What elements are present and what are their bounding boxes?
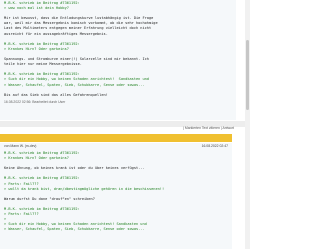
post-author[interactable]: von Mann W. (m-dev) bbox=[4, 144, 36, 148]
text-line: Bis auf das Sieb sind das alles Gefahren… bbox=[4, 92, 108, 97]
forum-page: M.B.K. schrieb im Beitrag #7361192: > wow… bbox=[0, 0, 250, 249]
edit-note: 16.08.2022 02:56: Bearbeitet durch User bbox=[4, 99, 66, 104]
scrollbar[interactable] bbox=[245, 0, 250, 249]
post-body-2: M.B.K. schrieb im Beitrag #7361192: > Kra… bbox=[0, 150, 232, 249]
post-date: 16.08.2022 02:47 bbox=[201, 144, 228, 148]
post-title-bar: Re: Solar-LED-Leuchten defekt, Li-Ion Sp… bbox=[0, 134, 232, 151]
post-actions[interactable]: | Markierten Text zitieren | Antwort bbox=[183, 126, 234, 130]
post-body-1: M.B.K. schrieb im Beitrag #7361192: > wow… bbox=[0, 0, 236, 120]
post-author-row: von Mann W. (m-dev) 16.08.2022 02:47 bbox=[0, 143, 232, 150]
scrollbar-thumb[interactable] bbox=[246, 40, 249, 110]
